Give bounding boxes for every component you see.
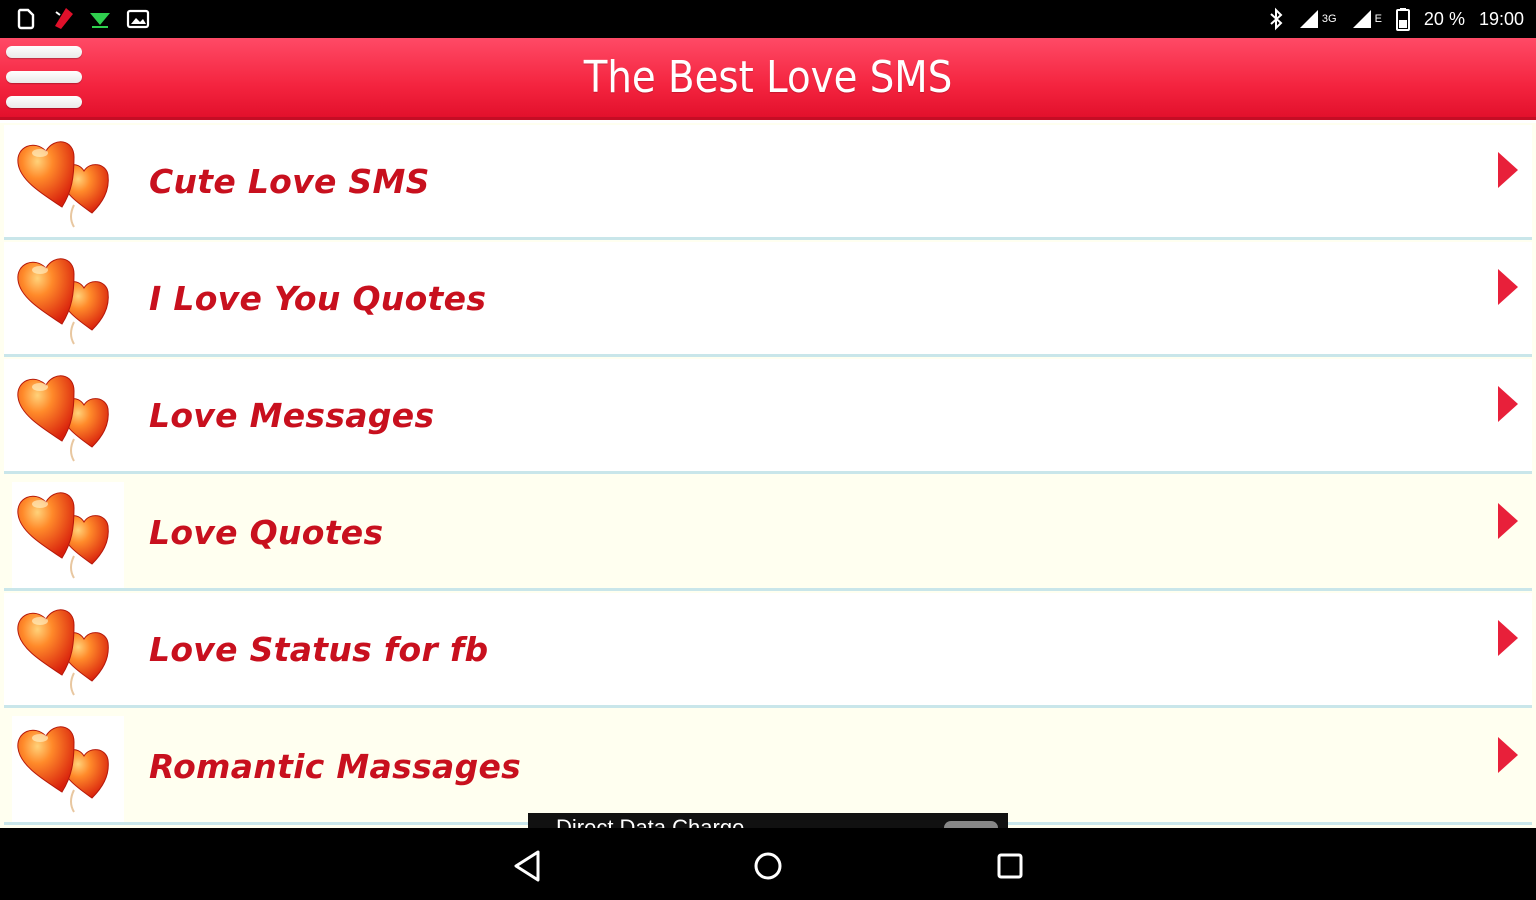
network-type-e: E	[1374, 13, 1382, 25]
list-item-label: I Love You Quotes	[149, 278, 487, 318]
list-item-love-messages[interactable]: Love Messages	[4, 359, 1532, 474]
page-title: The Best Love SMS	[583, 52, 953, 103]
status-bar-left	[14, 7, 150, 31]
signal-icon-2	[1351, 8, 1373, 30]
list-item-romantic-massages[interactable]: Romantic Massages	[4, 710, 1532, 825]
list-item-love-quotes[interactable]: Love Quotes	[4, 476, 1532, 591]
chevron-right-icon	[1498, 386, 1518, 422]
app-screen: 3G E 20 % 19:00 The Best Love SMS Cute L…	[0, 0, 1536, 900]
chevron-right-icon	[1498, 269, 1518, 305]
hamburger-menu-button[interactable]	[6, 46, 82, 108]
list-item-i-love-you-quotes[interactable]: I Love You Quotes	[4, 242, 1532, 357]
list-item-label: Love Status for fb	[149, 629, 489, 669]
list-item-label: Romantic Massages	[149, 746, 522, 786]
recents-icon[interactable]	[990, 846, 1030, 886]
bluetooth-icon	[1268, 7, 1284, 31]
heart-balloons-icon	[17, 141, 109, 228]
heart-balloons-icon	[17, 258, 109, 345]
heart-balloons-icon	[17, 609, 109, 696]
status-bar: 3G E 20 % 19:00	[0, 0, 1536, 38]
chevron-right-icon	[1498, 503, 1518, 539]
hamburger-menu-icon-line	[6, 71, 82, 83]
signal-icon	[1298, 8, 1320, 30]
navigation-bar	[0, 828, 1536, 900]
heart-balloons-icon	[12, 716, 124, 822]
back-icon[interactable]	[508, 846, 548, 886]
clock: 19:00	[1478, 8, 1524, 29]
list-item-cute-love-sms[interactable]: Cute Love SMS	[4, 125, 1532, 240]
list-item-love-status-for-fb[interactable]: Love Status for fb	[4, 593, 1532, 708]
home-icon[interactable]	[748, 846, 788, 886]
heart-balloons-icon	[12, 482, 124, 588]
chevron-right-icon	[1498, 152, 1518, 188]
chevron-right-icon	[1498, 737, 1518, 773]
list-item-label: Love Quotes	[149, 512, 384, 552]
screenshot-icon	[14, 7, 38, 31]
chevron-right-icon	[1498, 620, 1518, 656]
battery-percent: 20 %	[1423, 8, 1465, 29]
battery-icon	[1395, 7, 1410, 31]
flashlight-notification-icon	[52, 7, 74, 31]
list-item-label: Cute Love SMS	[149, 161, 430, 201]
status-bar-right: 3G E 20 % 19:00	[1268, 7, 1524, 31]
gallery-notification-icon	[126, 8, 150, 30]
heart-balloons-icon	[17, 375, 109, 462]
hamburger-menu-icon	[6, 46, 82, 58]
app-bar: The Best Love SMS	[0, 38, 1536, 120]
list-item-label: Love Messages	[149, 395, 435, 435]
category-list: Cute Love SMS I Love You Quotes Love Mes…	[0, 123, 1536, 828]
network-type-3g: 3G	[1321, 13, 1337, 25]
hamburger-menu-icon-line	[6, 96, 82, 108]
download-icon	[88, 9, 112, 29]
